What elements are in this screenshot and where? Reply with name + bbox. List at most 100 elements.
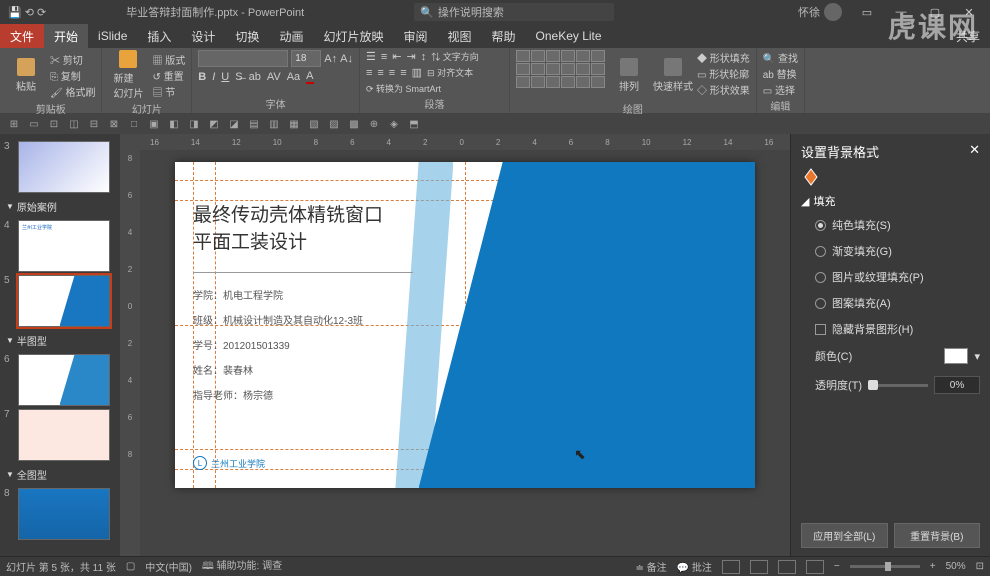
section-header-half[interactable]: ▼半图型 [4, 330, 116, 351]
fill-tab-icon[interactable] [801, 167, 821, 187]
notes-button[interactable]: ≐ 备注 [636, 559, 667, 574]
tab-insert[interactable]: 插入 [137, 24, 181, 48]
align-left-button[interactable]: ≡ [366, 67, 372, 79]
slide-info-advisor[interactable]: 指导老师：杨宗德 [193, 387, 273, 402]
qat-btn[interactable]: ▭ [26, 116, 42, 132]
select-button[interactable]: ▭ 选择 [763, 82, 798, 97]
section-button[interactable]: ▤ 节 [152, 84, 185, 99]
bullets-button[interactable]: ☰ [366, 50, 376, 63]
pattern-fill-radio[interactable]: 图案填充(A) [801, 293, 980, 313]
tab-onekey[interactable]: OneKey Lite [526, 24, 612, 48]
align-right-button[interactable]: ≡ [389, 67, 395, 79]
slide-title-text[interactable]: 最终传动壳体精铣窗口平面工装设计 [193, 200, 383, 254]
slide-canvas[interactable]: 最终传动壳体精铣窗口平面工装设计 学院：机电工程学院 班级：机械设计制造及其自动… [175, 162, 755, 488]
transparency-value[interactable] [934, 376, 980, 394]
font-color-button[interactable]: A [306, 70, 313, 84]
qat-btn[interactable]: ⊞ [6, 116, 22, 132]
bold-button[interactable]: B [198, 71, 206, 83]
tab-animations[interactable]: 动画 [269, 24, 313, 48]
qat-btn[interactable]: ▦ [286, 116, 302, 132]
qat-btn[interactable]: ▩ [346, 116, 362, 132]
thumbnail-7[interactable]: 7 [4, 409, 116, 461]
qat-btn[interactable]: ▣ [146, 116, 162, 132]
shape-fill-button[interactable]: ◆ 形状填充 [697, 50, 750, 65]
user-account[interactable]: 怀徐 [798, 3, 842, 21]
qat-btn[interactable]: ◪ [226, 116, 242, 132]
color-dropdown-icon[interactable]: ▾ [974, 350, 980, 363]
align-text-button[interactable]: ⊟ 对齐文本 [427, 66, 473, 79]
sorter-view-button[interactable] [750, 560, 768, 574]
align-center-button[interactable]: ≡ [377, 67, 383, 79]
tab-view[interactable]: 视图 [437, 24, 481, 48]
increase-font-button[interactable]: A↑ [324, 53, 337, 65]
line-spacing-button[interactable]: ↕ [421, 51, 427, 63]
shape-effects-button[interactable]: ◇ 形状效果 [697, 82, 750, 97]
ribbon-options[interactable]: ▭ [850, 0, 884, 24]
panel-close-button[interactable]: ✕ [969, 142, 980, 161]
section-header-full[interactable]: ▼全图型 [4, 464, 116, 485]
transparency-slider[interactable] [868, 384, 928, 387]
tab-home[interactable]: 开始 [44, 24, 88, 48]
picture-fill-radio[interactable]: 图片或纹理填充(P) [801, 267, 980, 287]
text-direction-button[interactable]: ⇅ 文字方向 [431, 50, 479, 63]
apply-all-button[interactable]: 应用到全部(L) [801, 523, 888, 548]
comments-button[interactable]: 💬 批注 [677, 559, 712, 574]
paste-button[interactable]: 粘贴 [6, 50, 46, 100]
qat-btn[interactable]: ◫ [66, 116, 82, 132]
reading-view-button[interactable] [778, 560, 796, 574]
qat-btn[interactable]: □ [126, 116, 142, 132]
format-painter-button[interactable]: 🖌 格式刷 [50, 84, 95, 99]
share-button[interactable]: 共享 [946, 24, 990, 48]
fit-to-window-button[interactable]: ⊡ [976, 561, 984, 572]
hide-bg-checkbox[interactable]: 隐藏背景图形(H) [801, 319, 980, 339]
slide-counter[interactable]: 幻灯片 第 5 张，共 11 张 [6, 559, 116, 574]
new-slide-button[interactable]: 新建 幻灯片 [108, 50, 148, 100]
replace-button[interactable]: ab 替换 [763, 66, 798, 81]
tab-design[interactable]: 设计 [181, 24, 225, 48]
thumbnail-3[interactable]: 3 [4, 141, 116, 193]
reset-bg-button[interactable]: 重置背景(B) [894, 523, 981, 548]
qat-btn[interactable]: ⊠ [106, 116, 122, 132]
fill-section-header[interactable]: ◢填充 [801, 193, 980, 209]
color-picker-button[interactable] [944, 348, 968, 364]
normal-view-button[interactable] [722, 560, 740, 574]
tab-transitions[interactable]: 切换 [225, 24, 269, 48]
char-spacing-button[interactable]: AV [267, 71, 281, 83]
quick-styles-button[interactable]: 快速样式 [653, 50, 693, 100]
zoom-in-button[interactable]: + [930, 561, 936, 572]
thumbnail-4[interactable]: 4兰州工业学院 [4, 220, 116, 272]
qat-btn[interactable]: ▤ [246, 116, 262, 132]
qat-btn[interactable]: ◧ [166, 116, 182, 132]
slide-info-name[interactable]: 姓名：裴春林 [193, 362, 253, 377]
strikethrough-button[interactable]: S̶ [235, 71, 242, 83]
justify-button[interactable]: ≡ [400, 67, 406, 79]
slide-info-id[interactable]: 学号：201201501339 [193, 337, 290, 352]
copy-button[interactable]: ⎘ 复制 [50, 68, 95, 83]
tab-slideshow[interactable]: 幻灯片放映 [313, 24, 393, 48]
minimize-button[interactable]: — [884, 0, 918, 24]
vertical-ruler[interactable]: 864202468 [120, 150, 140, 556]
qat-btn[interactable]: ◈ [386, 116, 402, 132]
language-indicator[interactable]: 中文(中国) [145, 559, 192, 574]
qat-btn[interactable]: ▧ [306, 116, 322, 132]
qat-btn[interactable]: ◩ [206, 116, 222, 132]
tab-help[interactable]: 帮助 [482, 24, 526, 48]
slide-logo[interactable]: L兰州工业学院 [193, 456, 265, 470]
canvas-area[interactable]: 最终传动壳体精铣窗口平面工装设计 学院：机电工程学院 班级：机械设计制造及其自动… [140, 150, 790, 556]
autosave-icon[interactable]: 💾 ⟲ ⟳ [8, 6, 46, 19]
accessibility-indicator[interactable]: 🕮 辅助功能: 调查 [202, 557, 282, 576]
layout-button[interactable]: ▦ 版式 [152, 52, 185, 67]
thumbnail-5[interactable]: 5 [4, 275, 116, 327]
indent-inc-button[interactable]: ⇥ [406, 50, 415, 63]
zoom-out-button[interactable]: − [834, 561, 840, 572]
spell-check-icon[interactable]: ▢ [126, 561, 135, 572]
numbering-button[interactable]: ≡ [381, 51, 387, 63]
shapes-gallery[interactable] [516, 50, 605, 88]
zoom-slider[interactable] [850, 565, 920, 568]
close-button[interactable]: ✕ [952, 0, 986, 24]
tab-review[interactable]: 审阅 [393, 24, 437, 48]
tell-me-search[interactable]: 🔍 操作说明搜索 [414, 3, 614, 21]
font-size-combo[interactable] [291, 50, 321, 67]
slide-info-class[interactable]: 班级：机械设计制造及其自动化12-3班 [193, 312, 363, 327]
qat-btn[interactable]: ▨ [326, 116, 342, 132]
